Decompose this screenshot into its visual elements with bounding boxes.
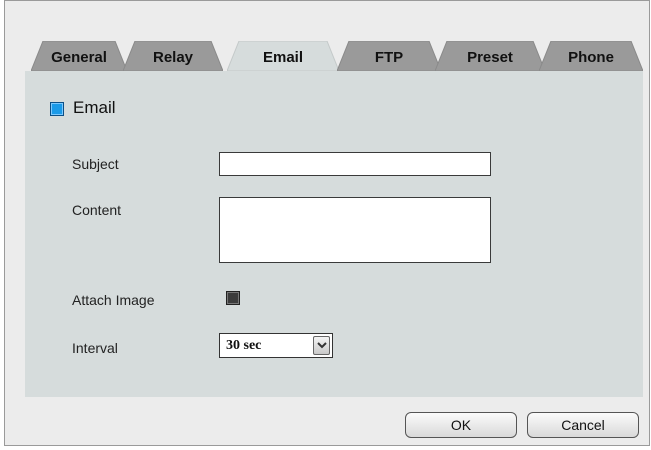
content-textarea[interactable]: [219, 197, 491, 263]
tab-bar: General Relay Email FTP Preset Phone: [31, 41, 651, 71]
tab-relay-label: Relay: [152, 49, 194, 66]
chevron-down-icon[interactable]: [313, 336, 330, 355]
ok-button[interactable]: OK: [405, 412, 517, 438]
email-settings-panel: Email Subject Content Attach Image Inter…: [25, 71, 643, 397]
attach-image-checkbox[interactable]: [226, 291, 240, 305]
tab-email-label: Email: [262, 49, 304, 66]
tab-phone[interactable]: Phone: [539, 41, 643, 71]
content-label: Content: [72, 202, 122, 218]
cancel-button[interactable]: Cancel: [527, 412, 639, 438]
tab-email[interactable]: Email: [227, 41, 339, 71]
interval-value: 30 sec: [226, 338, 262, 353]
interval-label: Interval: [72, 340, 118, 356]
subject-label: Subject: [72, 156, 119, 172]
tab-ftp[interactable]: FTP: [337, 41, 441, 71]
email-enable-checkbox[interactable]: [50, 102, 64, 116]
tab-preset-label: Preset: [467, 49, 513, 66]
tab-general-label: General: [51, 49, 107, 66]
tab-ftp-label: FTP: [374, 49, 404, 66]
interval-select[interactable]: 30 sec: [219, 333, 333, 358]
subject-input[interactable]: [219, 152, 491, 176]
attach-image-label: Attach Image: [72, 292, 155, 308]
section-title: Email: [73, 98, 116, 117]
tab-general[interactable]: General: [31, 41, 127, 71]
tab-relay[interactable]: Relay: [123, 41, 223, 71]
alarm-settings-dialog: General Relay Email FTP Preset Phone Ema…: [4, 0, 650, 446]
tab-phone-label: Phone: [568, 49, 614, 66]
tab-preset[interactable]: Preset: [435, 41, 545, 71]
